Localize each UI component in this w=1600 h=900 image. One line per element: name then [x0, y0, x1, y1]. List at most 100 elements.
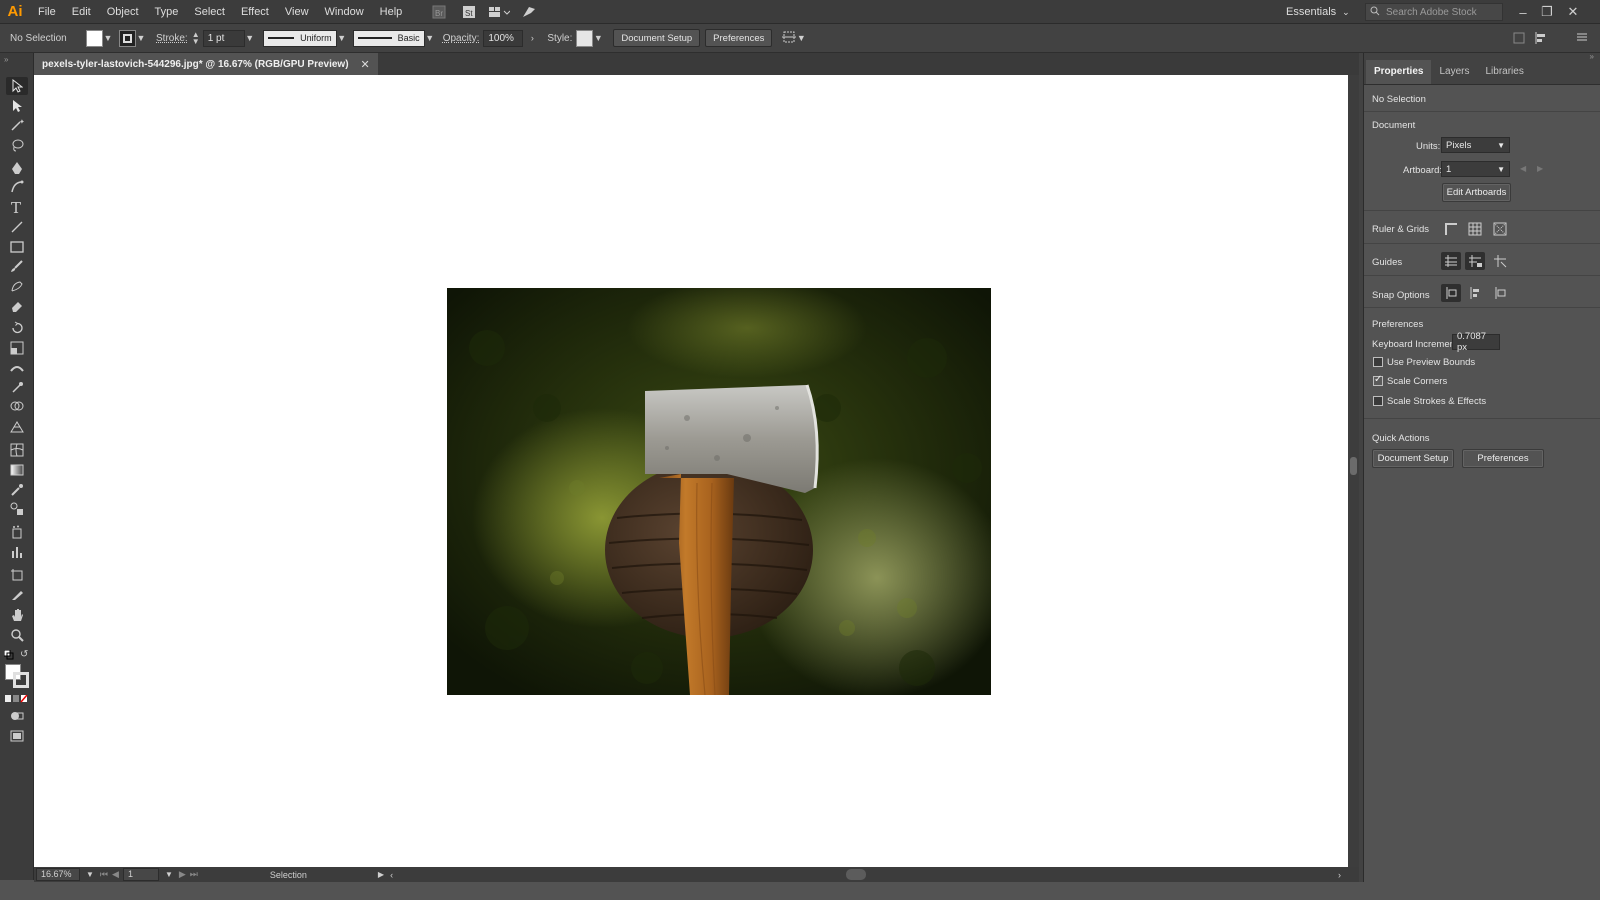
align-icon[interactable] [1512, 31, 1526, 48]
gpu-performance-icon[interactable] [518, 3, 540, 21]
zoom-level-field[interactable]: 16.67% [36, 868, 80, 881]
vertical-scroll-thumb[interactable] [1350, 457, 1357, 475]
search-input[interactable] [1384, 5, 1496, 19]
edit-artboards-button[interactable]: Edit Artboards [1442, 183, 1511, 202]
screen-mode-icon[interactable] [6, 727, 28, 745]
fill-swatch[interactable] [86, 29, 103, 47]
stock-icon[interactable]: St [458, 3, 480, 21]
artboard-number-field[interactable]: 1 [122, 868, 159, 881]
pen-tool-icon[interactable] [6, 159, 28, 177]
artboard-canvas[interactable] [34, 75, 1348, 867]
previous-artboard-icon[interactable]: ◀ [112, 869, 119, 880]
rotate-tool-icon[interactable] [6, 319, 28, 337]
rulers-icon[interactable] [1441, 220, 1461, 238]
menu-help[interactable]: Help [372, 0, 411, 24]
chevron-down-icon[interactable]: ▼ [103, 33, 113, 43]
scroll-right-icon[interactable]: › [1338, 870, 1341, 880]
curvature-tool-icon[interactable] [6, 178, 28, 196]
perspective-grid-tool-icon[interactable] [6, 418, 28, 436]
stroke-swatch[interactable] [119, 29, 136, 47]
symbol-sprayer-tool-icon[interactable] [6, 523, 28, 541]
slice-tool-icon[interactable] [6, 586, 28, 604]
scroll-left-icon[interactable]: ‹ [390, 870, 393, 880]
keyboard-increment-field[interactable]: 0.7087 px [1452, 331, 1500, 353]
default-fill-stroke-icon[interactable] [3, 649, 14, 663]
align-to-icon[interactable] [1534, 31, 1548, 48]
horizontal-scroll-thumb[interactable] [846, 869, 866, 880]
artboard-dropdown[interactable]: 1 ▼ [1441, 161, 1510, 177]
chevron-down-icon[interactable]: ▼ [425, 33, 435, 43]
graphic-style-swatch[interactable] [576, 29, 594, 47]
restore-icon[interactable]: ❐ [1535, 0, 1559, 24]
last-artboard-icon[interactable]: ⏭ [190, 869, 198, 880]
width-tool-icon[interactable] [6, 359, 28, 377]
stroke-label[interactable]: Stroke: [156, 33, 188, 44]
menu-edit[interactable]: Edit [64, 0, 99, 24]
chevron-down-icon[interactable]: ▼ [165, 870, 173, 879]
blend-tool-icon[interactable] [6, 500, 28, 518]
chevron-down-icon[interactable]: ▼ [337, 33, 347, 43]
tab-properties[interactable]: Properties [1366, 60, 1432, 84]
chevron-down-icon[interactable]: ▼ [245, 33, 255, 43]
color-mode-icons[interactable] [5, 694, 29, 706]
chevron-down-icon[interactable]: ▼ [86, 870, 94, 879]
transform-icon[interactable] [782, 30, 797, 47]
menu-view[interactable]: View [277, 0, 317, 24]
snap-to-glyph-icon[interactable] [1490, 284, 1510, 302]
hand-tool-icon[interactable] [6, 606, 28, 624]
scale-corners-checkbox[interactable] [1373, 374, 1383, 386]
shaper-tool-icon[interactable] [6, 277, 28, 295]
opacity-field[interactable]: 100% [483, 29, 524, 47]
preferences-button[interactable]: Preferences [705, 29, 773, 47]
opacity-label[interactable]: Opacity: [443, 33, 480, 44]
document-tab[interactable]: pexels-tyler-lastovich-544296.jpg* @ 16.… [34, 53, 378, 75]
direct-selection-tool-icon[interactable] [6, 97, 28, 115]
zoom-tool-icon[interactable] [6, 626, 28, 644]
variable-width-profile[interactable]: Uniform [262, 29, 337, 47]
stroke-color-swatch[interactable] [13, 672, 29, 688]
scale-tool-icon[interactable] [6, 339, 28, 357]
first-artboard-icon[interactable]: ⏮ [100, 869, 108, 880]
tab-libraries[interactable]: Libraries [1477, 60, 1531, 84]
tab-layers[interactable]: Layers [1431, 60, 1477, 84]
column-graph-tool-icon[interactable] [6, 543, 28, 561]
workspace-switcher[interactable]: Essentials ⌄ [1286, 0, 1350, 24]
menu-file[interactable]: File [30, 0, 64, 24]
minimize-icon[interactable]: – [1511, 0, 1535, 24]
vertical-scrollbar[interactable] [1348, 75, 1359, 867]
rectangle-tool-icon[interactable] [6, 238, 28, 256]
menu-type[interactable]: Type [147, 0, 187, 24]
shape-builder-tool-icon[interactable] [6, 398, 28, 416]
bridge-icon[interactable]: Br [428, 3, 450, 21]
swap-fill-stroke-icon[interactable]: ↺ [20, 649, 28, 660]
grid-icon[interactable] [1465, 220, 1485, 238]
menu-select[interactable]: Select [186, 0, 233, 24]
panel-menu-icon[interactable] [1576, 31, 1588, 46]
chevron-down-icon[interactable]: ▼ [136, 33, 146, 43]
collapse-panel-icon[interactable]: » [4, 55, 8, 64]
status-menu-arrow-icon[interactable]: ▶ [378, 870, 384, 879]
next-artboard-icon[interactable]: ▶ [1537, 164, 1543, 173]
brush-definition[interactable]: Basic [352, 29, 425, 47]
eraser-tool-icon[interactable] [6, 297, 28, 315]
units-dropdown[interactable]: Pixels ▼ [1441, 137, 1510, 153]
expand-panel-icon[interactable]: » [1590, 52, 1594, 61]
close-tab-icon[interactable]: ✕ [361, 58, 370, 71]
eyedropper-tool-icon[interactable] [6, 481, 28, 499]
menu-effect[interactable]: Effect [233, 0, 277, 24]
magic-wand-tool-icon[interactable]: ✦ [6, 116, 28, 134]
scale-strokes-effects-checkbox[interactable] [1373, 396, 1383, 406]
paintbrush-tool-icon[interactable] [6, 257, 28, 275]
previous-artboard-icon[interactable]: ◀ [1520, 164, 1526, 173]
snap-to-point-icon[interactable] [1441, 284, 1461, 302]
type-tool-icon[interactable]: T [6, 198, 28, 216]
mesh-tool-icon[interactable] [6, 441, 28, 459]
chevron-right-icon[interactable]: › [527, 33, 537, 43]
snap-to-pixel-icon[interactable] [1465, 284, 1485, 302]
artboard-tool-icon[interactable] [6, 566, 28, 584]
close-window-icon[interactable]: ✕ [1561, 0, 1585, 24]
lasso-tool-icon[interactable] [6, 136, 28, 154]
transparency-grid-icon[interactable] [1490, 220, 1510, 238]
line-segment-tool-icon[interactable] [6, 218, 28, 236]
use-preview-bounds-checkbox[interactable] [1373, 357, 1383, 367]
